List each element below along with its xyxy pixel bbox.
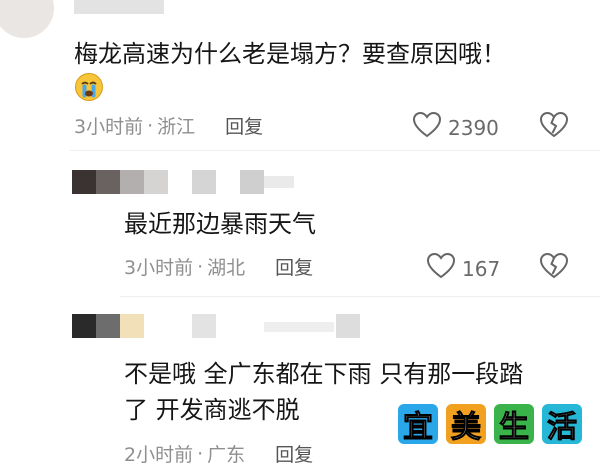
comment-1-meta: 3小时前 · 浙江 回复 — [74, 112, 263, 139]
blur-block — [192, 314, 216, 338]
watermark-char-2: 美 — [446, 404, 486, 446]
avatar-comment-3-blurred[interactable] — [72, 314, 96, 338]
divider — [120, 296, 600, 297]
blur-block — [240, 170, 264, 194]
comment-3-text-line-1: 不是哦 全广东都在下雨 只有那一段踏 — [124, 360, 524, 388]
broken-heart-icon — [539, 252, 569, 284]
watermark-char-4: 活 — [542, 404, 582, 446]
watermark-logo: 宜 美 生 活 — [398, 404, 588, 448]
username-comment-2-blurred[interactable] — [96, 170, 120, 194]
separator-dot: · — [197, 255, 204, 278]
comment-1-text: 梅龙高速为什么老是塌方？要查原因哦！ — [74, 40, 506, 68]
comment-1-location: 浙江 — [157, 116, 196, 138]
blur-block — [144, 170, 168, 194]
comment-1-dislike-button[interactable] — [539, 111, 569, 143]
crying-face-emoji — [74, 72, 104, 102]
broken-heart-icon — [539, 111, 569, 143]
watermark-char-3: 生 — [494, 404, 534, 446]
heart-outline-icon — [426, 252, 462, 285]
divider — [70, 150, 600, 151]
comment-2-like-button[interactable]: 167 — [426, 252, 500, 285]
comment-1-time: 3小时前 — [74, 116, 144, 138]
blur-block — [120, 170, 144, 194]
comment-3-text-line-2: 了 开发商逃不脱 — [124, 396, 300, 424]
blur-block — [264, 176, 294, 188]
blur-block — [192, 170, 216, 194]
watermark-char-1: 宜 — [398, 404, 438, 446]
comment-2-location: 湖北 — [207, 257, 246, 279]
blur-block — [120, 314, 144, 338]
comment-1-reply-button[interactable]: 回复 — [225, 112, 263, 139]
comment-1-like-button[interactable]: 2390 — [412, 111, 499, 144]
avatar-top[interactable] — [0, 0, 54, 38]
separator-dot: · — [197, 442, 204, 465]
blur-block — [336, 314, 360, 338]
avatar-comment-2-blurred[interactable] — [72, 170, 96, 194]
comment-2-time: 3小时前 — [124, 257, 194, 279]
comment-2-reply-button[interactable]: 回复 — [275, 253, 313, 280]
separator-dot: · — [147, 114, 154, 137]
comment-2-text: 最近那边暴雨天气 — [124, 210, 316, 238]
username-top-blurred[interactable] — [74, 0, 164, 14]
username-comment-3-blurred[interactable] — [96, 314, 120, 338]
comment-2-dislike-button[interactable] — [539, 252, 569, 284]
comment-2-meta: 3小时前 · 湖北 回复 — [124, 253, 313, 280]
blur-block — [264, 322, 334, 332]
heart-outline-icon — [412, 111, 448, 144]
comment-2-like-count: 167 — [462, 256, 501, 281]
comment-1-like-count: 2390 — [448, 115, 499, 140]
